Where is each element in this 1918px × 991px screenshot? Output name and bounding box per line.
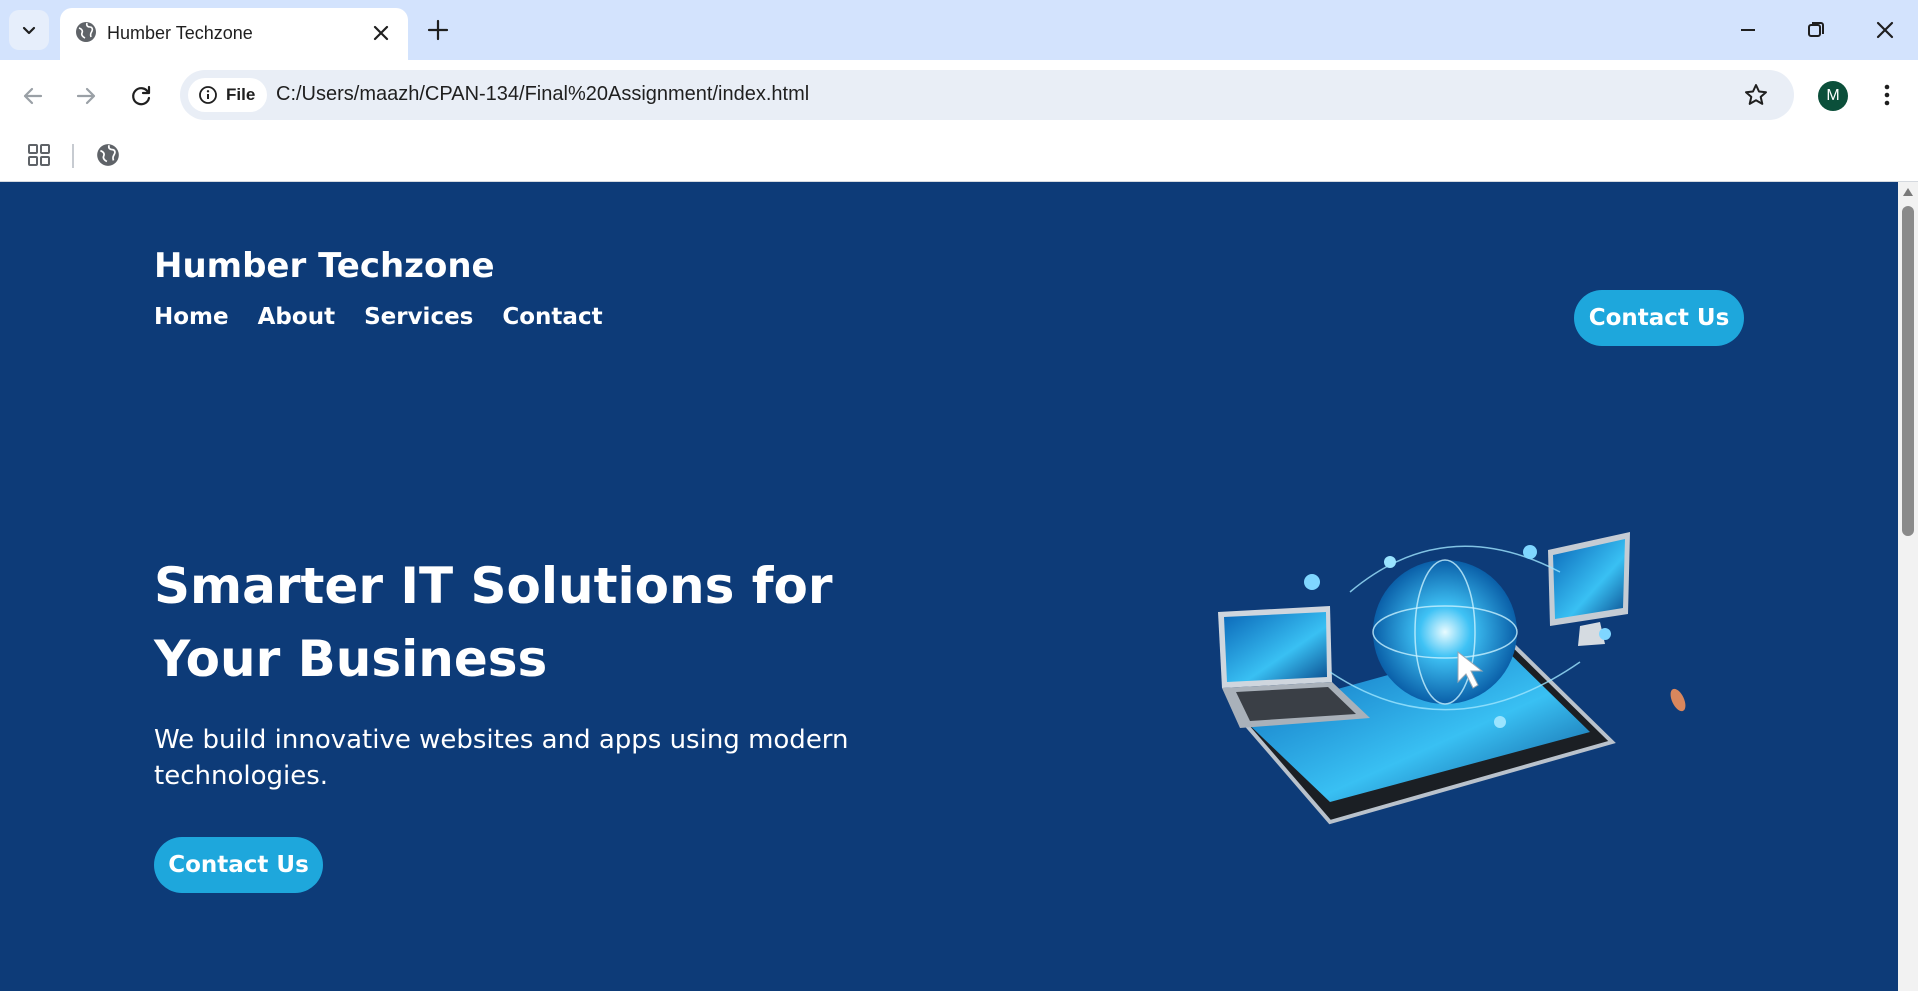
restore-icon[interactable] — [1802, 16, 1830, 44]
hero-contact-button[interactable]: Contact Us — [154, 837, 323, 893]
minimize-icon[interactable] — [1734, 16, 1762, 44]
url-text[interactable]: C:/Users/maazh/CPAN-134/Final%20Assignme… — [276, 83, 809, 106]
bookmarks-separator — [72, 144, 74, 168]
close-icon[interactable] — [370, 22, 392, 44]
reload-icon[interactable] — [127, 82, 155, 110]
browser-tab[interactable]: Humber Techzone — [60, 8, 408, 60]
chevron-down-icon — [22, 26, 36, 35]
hero-title: Smarter IT Solutions for Your Business — [154, 557, 833, 688]
nav-contact[interactable]: Contact — [502, 304, 602, 330]
new-tab-button[interactable] — [425, 17, 451, 43]
apps-grid-icon[interactable] — [26, 142, 52, 168]
profile-avatar[interactable]: M — [1818, 81, 1848, 111]
tab-title: Humber Techzone — [107, 23, 253, 43]
arrow-left-icon[interactable] — [19, 82, 47, 110]
hero-illustration — [1218, 532, 1686, 825]
bookmarks-bar — [0, 132, 1918, 182]
site-info-label: File — [226, 85, 256, 104]
page-scrollbar[interactable] — [1898, 182, 1918, 991]
nav-services[interactable]: Services — [364, 304, 473, 330]
site-info-chip[interactable]: File — [188, 78, 268, 112]
nav-about[interactable]: About — [258, 304, 335, 330]
hero-subtitle: We build innovative websites and apps us… — [154, 725, 849, 791]
nav-home[interactable]: Home — [154, 304, 229, 330]
site-brand[interactable]: Humber Techzone — [154, 246, 495, 286]
tab-strip: Humber Techzone — [0, 0, 1918, 60]
scroll-up-arrow-icon[interactable] — [1903, 188, 1913, 196]
globe-icon[interactable] — [95, 142, 121, 168]
header-contact-button[interactable]: Contact Us — [1574, 290, 1744, 346]
tab-search-button[interactable] — [9, 10, 49, 50]
kebab-icon[interactable] — [1872, 80, 1902, 110]
close-window-icon[interactable] — [1871, 16, 1899, 44]
info-icon — [199, 86, 217, 104]
globe-icon — [76, 22, 96, 42]
browser-toolbar: File C:/Users/maazh/CPAN-134/Final%20Ass… — [0, 60, 1918, 132]
site-nav: Home About Services Contact — [154, 304, 603, 330]
scrollbar-thumb[interactable] — [1902, 206, 1914, 536]
page-viewport: Humber Techzone Home About Services Cont… — [0, 182, 1898, 991]
address-bar[interactable]: File C:/Users/maazh/CPAN-134/Final%20Ass… — [180, 70, 1794, 120]
star-icon[interactable] — [1742, 81, 1770, 109]
arrow-right-icon[interactable] — [72, 82, 100, 110]
